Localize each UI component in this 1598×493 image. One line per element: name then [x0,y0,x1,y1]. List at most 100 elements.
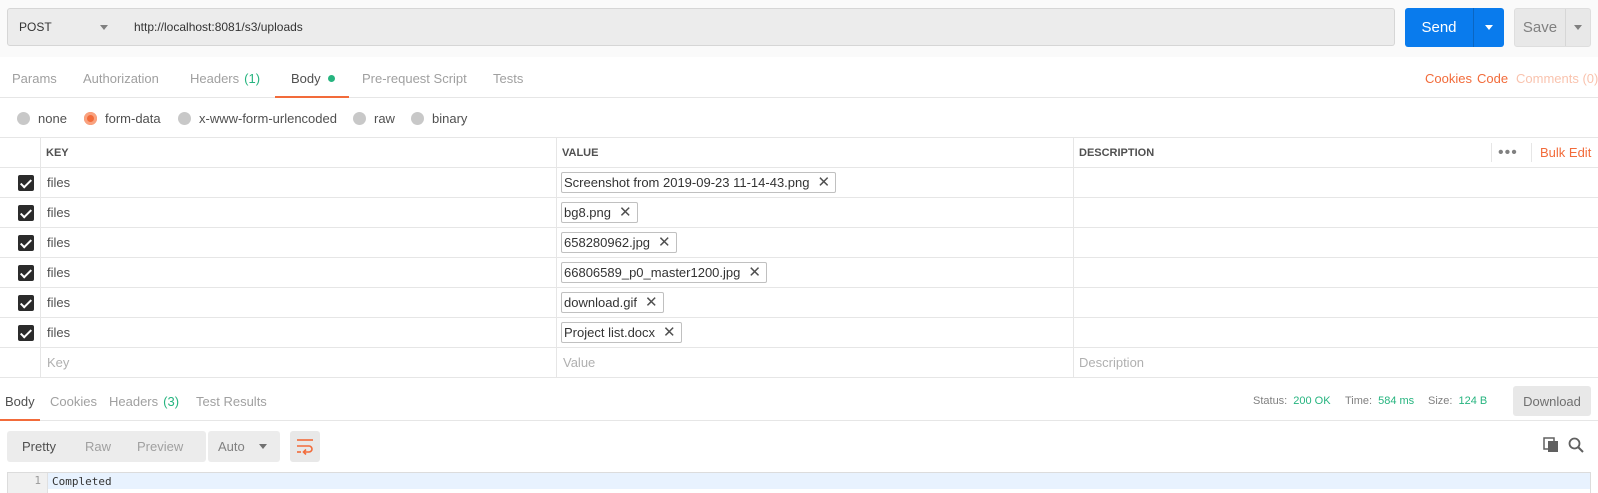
radio-label: form-data [105,110,161,126]
response-body-editor[interactable]: 1 Completed [7,472,1591,493]
send-button[interactable]: Send [1405,8,1473,47]
file-chip: Project list.docx ✕ [561,322,682,343]
send-options-button[interactable] [1473,8,1504,47]
tab-tests[interactable]: Tests [493,58,523,98]
close-icon[interactable]: ✕ [817,175,830,190]
code-link[interactable]: Code [1477,58,1508,98]
key-cell[interactable]: files [47,228,70,257]
row-checkbox[interactable] [18,325,34,341]
key-column-header: KEY [46,146,69,159]
close-icon[interactable]: ✕ [663,325,676,340]
radio-raw[interactable]: raw [353,99,395,137]
key-cell[interactable]: files [47,318,70,347]
line-number: 1 [34,474,41,487]
form-data-table: KEY VALUE DESCRIPTION ••• Bulk Edit file… [0,137,1598,379]
tab-params[interactable]: Params [12,58,57,98]
tab-headers[interactable]: Headers (1) [190,58,260,98]
table-row-new: Key Value Description [0,348,1598,378]
value-input[interactable]: Value [563,348,595,377]
save-button[interactable]: Save [1515,9,1565,46]
save-button-group: Save [1514,8,1591,47]
size-readout: Size: 124 B [1428,381,1487,421]
method-select[interactable]: POST [7,8,123,46]
key-cell[interactable]: files [47,258,70,287]
code-line-text: Completed [52,474,112,488]
body-type-selector: none form-data x-www-form-urlencoded raw… [0,99,1598,137]
key-cell[interactable]: files [47,288,70,317]
preview-button[interactable]: Preview [137,431,183,462]
tab-body[interactable]: Body [275,58,349,98]
row-checkbox[interactable] [18,235,34,251]
wrap-lines-icon [297,439,313,455]
radio-form-data[interactable]: form-data [84,99,161,137]
key-input[interactable]: Key [47,348,69,377]
tab-label: Body [5,393,35,409]
raw-button[interactable]: Raw [85,431,111,462]
time-label: Time: [1345,395,1373,407]
row-checkbox[interactable] [18,265,34,281]
tab-response-cookies[interactable]: Cookies [50,381,97,421]
tab-label: Headers [109,393,159,409]
radio-none[interactable]: none [17,99,67,137]
key-cell[interactable]: files [47,168,70,197]
divider [1531,143,1532,162]
code-line: Completed [48,473,1590,489]
description-input[interactable]: Description [1079,348,1144,377]
file-chip: download.gif ✕ [561,292,664,313]
table-row: files Screenshot from 2019-09-23 11-14-4… [0,168,1598,198]
row-checkbox[interactable] [18,205,34,221]
row-checkbox[interactable] [18,295,34,311]
copy-icon[interactable] [1543,437,1559,456]
tab-label: Tests [493,70,524,86]
radio-label: none [38,110,67,126]
file-name: Project list.docx [564,325,656,340]
close-icon[interactable]: ✕ [645,295,658,310]
tab-label: Cookies [50,393,97,409]
bulk-edit-link[interactable]: Bulk Edit [1540,138,1591,167]
description-column-header: DESCRIPTION [1079,146,1155,159]
tab-authorization[interactable]: Authorization [83,58,159,98]
status-label: Status: [1253,395,1288,407]
file-name: 66806589_p0_master1200.jpg [564,265,741,280]
cookies-link[interactable]: Cookies [1425,58,1472,98]
modified-dot-icon [327,74,335,82]
url-input[interactable]: http://localhost:8081/s3/uploads [122,8,1395,46]
chevron-down-icon [259,444,267,449]
tab-pre-request-script[interactable]: Pre-request Script [362,58,467,98]
key-cell[interactable]: files [47,198,70,227]
pretty-button[interactable]: Pretty [22,431,56,462]
download-button[interactable]: Download [1513,386,1591,416]
close-icon[interactable]: ✕ [748,265,761,280]
time-value: 584 ms [1378,395,1415,407]
search-icon[interactable] [1568,437,1584,456]
close-icon[interactable]: ✕ [658,235,671,250]
close-icon[interactable]: ✕ [619,205,632,220]
comments-link[interactable]: Comments (0) [1516,58,1598,98]
time-readout: Time: 584 ms [1345,381,1414,421]
tab-response-headers[interactable]: Headers (3) [109,381,179,421]
save-options-button[interactable] [1565,9,1591,46]
format-select[interactable]: Auto [208,431,280,462]
size-label: Size: [1428,395,1453,407]
line-gutter: 1 [8,473,48,493]
radio-label: raw [374,110,395,126]
wrap-lines-button[interactable] [290,431,320,462]
tab-response-body[interactable]: Body [0,381,40,421]
format-label: Auto [218,439,245,454]
tab-count: (3) [163,393,180,409]
row-checkbox[interactable] [18,175,34,191]
send-button-group: Send [1405,8,1504,47]
divider [1491,143,1492,162]
tab-label: Test Results [196,393,267,409]
file-name: Screenshot from 2019-09-23 11-14-43.png [564,175,810,190]
radio-circle-icon [17,111,30,125]
view-mode-group: Pretty Raw Preview [7,431,206,462]
status-readout: Status: 200 OK [1253,381,1331,421]
radio-x-www-form-urlencoded[interactable]: x-www-form-urlencoded [178,99,337,137]
tab-test-results[interactable]: Test Results [196,381,267,421]
table-row: files bg8.png ✕ [0,198,1598,228]
radio-binary[interactable]: binary [411,99,467,137]
table-row: files download.gif ✕ [0,288,1598,318]
tab-label: Authorization [83,70,159,86]
more-options-icon[interactable]: ••• [1498,138,1518,167]
